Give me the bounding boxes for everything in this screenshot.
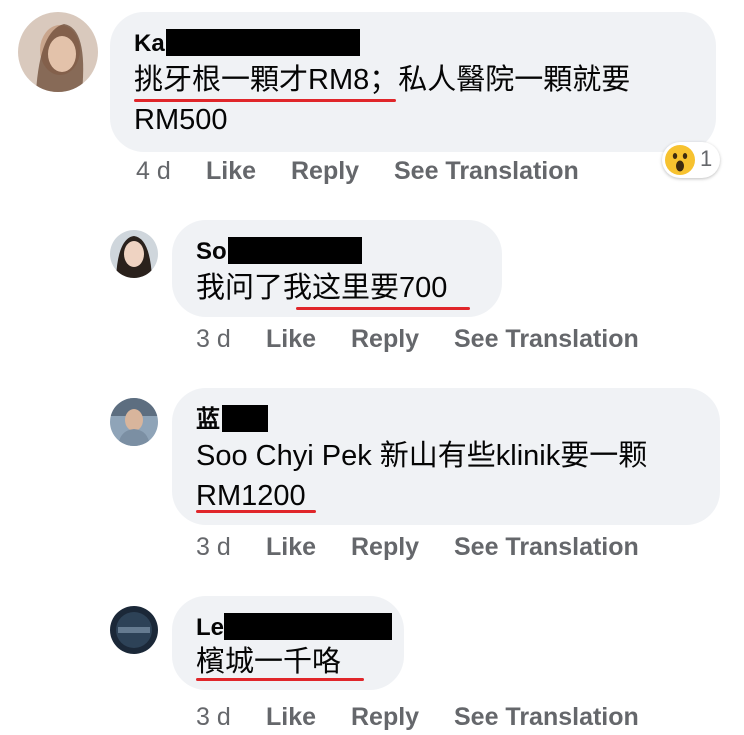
- see-translation-button[interactable]: See Translation: [394, 156, 579, 186]
- reaction-badge[interactable]: 1: [662, 142, 720, 178]
- avatar[interactable]: [110, 230, 158, 278]
- commenter-name[interactable]: 蓝: [196, 406, 220, 434]
- highlight-underline: [196, 510, 316, 513]
- timestamp[interactable]: 3 d: [196, 532, 231, 562]
- redaction-bar: [222, 405, 268, 432]
- reply-button[interactable]: Reply: [351, 702, 419, 732]
- highlight-underline: [196, 678, 364, 681]
- commenter-name[interactable]: So: [196, 238, 227, 266]
- see-translation-button[interactable]: See Translation: [454, 324, 639, 354]
- comment-text: 我问了我这里要700: [196, 272, 448, 304]
- avatar[interactable]: [110, 606, 158, 654]
- see-translation-button[interactable]: See Translation: [454, 532, 639, 562]
- comment-text-line2: RM500: [134, 104, 228, 136]
- timestamp[interactable]: 3 d: [196, 324, 231, 354]
- reply-button[interactable]: Reply: [291, 156, 359, 186]
- commenter-name[interactable]: Le: [196, 614, 224, 642]
- highlight-underline: [296, 307, 470, 310]
- like-button[interactable]: Like: [266, 532, 316, 562]
- comment-bubble: So 我问了我这里要700: [172, 220, 502, 317]
- comment-bubble: Le 檳城一千咯: [172, 596, 404, 690]
- reply-button[interactable]: Reply: [351, 532, 419, 562]
- comment-text: 挑牙根一顆才RM8；私人醫院一顆就要: [134, 64, 631, 96]
- redaction-bar: [228, 237, 362, 264]
- like-button[interactable]: Like: [266, 702, 316, 732]
- comment-text: 檳城一千咯: [196, 646, 342, 678]
- like-button[interactable]: Like: [206, 156, 256, 186]
- reaction-count: 1: [700, 146, 713, 171]
- like-button[interactable]: Like: [266, 324, 316, 354]
- avatar[interactable]: [110, 398, 158, 446]
- redaction-bar: [166, 29, 360, 56]
- reply-button[interactable]: Reply: [351, 324, 419, 354]
- avatar[interactable]: [18, 12, 98, 92]
- comment-bubble: 蓝 Soo Chyi Pek 新山有些klinik要一颗 RM1200: [172, 388, 720, 525]
- comment-bubble: Ka 挑牙根一顆才RM8；私人醫院一顆就要 RM500: [110, 12, 716, 152]
- timestamp[interactable]: 4 d: [136, 156, 171, 186]
- timestamp[interactable]: 3 d: [196, 702, 231, 732]
- wow-reaction-icon: [665, 145, 695, 175]
- comment-text: Soo Chyi Pek 新山有些klinik要一颗: [196, 440, 648, 472]
- see-translation-button[interactable]: See Translation: [454, 702, 639, 732]
- commenter-name[interactable]: Ka: [134, 30, 165, 58]
- redaction-bar: [224, 613, 392, 640]
